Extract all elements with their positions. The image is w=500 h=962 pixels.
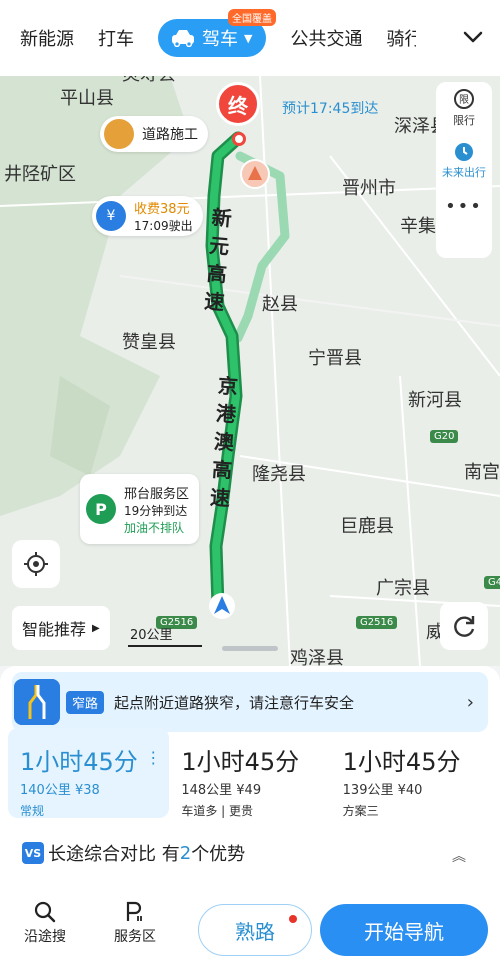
compare-suffix: 个优势 — [191, 844, 246, 865]
chevron-down-icon[interactable] — [462, 26, 484, 48]
route-option-3[interactable]: 1小时45分 139公里 ¥40 方案三 — [331, 728, 492, 818]
caret-down-icon: ▼ — [244, 31, 253, 45]
highway-shield: G4 — [484, 576, 500, 589]
tab-cycling[interactable]: 骑行 — [386, 25, 416, 51]
city-label: 南宫 — [464, 462, 500, 483]
city-label: 晋州市 — [342, 178, 396, 199]
city-label: 井陉矿区 — [4, 164, 76, 185]
route-options: 1小时45分 140公里 ¥38 常规 ⋮ 1小时45分 148公里 ¥49 车… — [8, 728, 492, 818]
familiar-road-button[interactable]: 熟路 — [198, 904, 312, 956]
service-area-button[interactable]: 服务区 — [90, 900, 180, 946]
route-option-1[interactable]: 1小时45分 140公里 ¥38 常规 ⋮ — [8, 728, 170, 818]
smart-recommend-button[interactable]: 智能推荐 ▶ — [12, 606, 110, 650]
vs-icon: VS — [22, 842, 44, 864]
city-label: 赞皇县 — [122, 332, 176, 353]
warning-tag: 窄路 — [66, 690, 105, 714]
along-route-search-label: 沿途搜 — [24, 929, 66, 945]
map-tools-panel: 限 限行 未来出行 ••• — [436, 82, 492, 258]
destination-dot — [232, 132, 246, 146]
tab-new-energy[interactable]: 新能源 — [20, 25, 74, 51]
compare-count: 2 — [179, 842, 192, 864]
city-label: 新河县 — [408, 390, 462, 411]
city-label: 巨鹿县 — [340, 516, 394, 537]
service-area-note: 加油不排队 — [124, 520, 185, 535]
route-time: 1小时45分 — [342, 748, 461, 776]
familiar-road-label: 熟路 — [235, 919, 275, 944]
highway-shield: G2516 — [356, 616, 398, 629]
route-distance-cost: 139公里 ¥40 — [342, 783, 423, 798]
tab-driving-label: 驾车 — [202, 29, 238, 50]
smart-recommend-label: 智能推荐 — [22, 620, 87, 639]
start-navigation-button[interactable]: 开始导航 — [320, 904, 488, 956]
construction-label: 道路施工 — [142, 127, 198, 143]
construction-callout[interactable]: 道路施工 — [100, 116, 208, 152]
city-label: 广宗县 — [376, 578, 430, 599]
city-label: 灵寿县 — [122, 76, 176, 86]
toll-callout[interactable]: ¥ 收费38元 17:09驶出 — [92, 196, 203, 236]
city-label: 宁晋县 — [308, 348, 362, 369]
destination-marker[interactable]: 终 — [216, 82, 260, 126]
route-label: 车道多 | 更贵 — [181, 804, 254, 818]
city-label: 平山县 — [60, 88, 114, 109]
restriction-icon-text: 限 — [459, 94, 469, 106]
city-label: 鸡泽县 — [290, 648, 344, 666]
along-route-search-button[interactable]: 沿途搜 — [0, 900, 90, 946]
future-travel-button[interactable]: 未来出行 — [442, 140, 486, 180]
city-label: 隆尧县 — [252, 464, 306, 485]
service-area-name: 邢台服务区 — [124, 486, 190, 502]
long-distance-compare[interactable]: VS 长途综合对比 有 2 个优势 — [22, 840, 245, 866]
locate-button[interactable] — [12, 540, 60, 588]
clock-icon — [455, 143, 473, 161]
refresh-icon — [454, 616, 475, 637]
tab-taxi[interactable]: 打车 — [98, 25, 134, 51]
car-icon — [172, 30, 194, 47]
map-view[interactable]: 灵寿县 平山县 井陉矿区 深泽县 晋州市 辛集 赵县 赞皇县 宁晋县 新河县 隆… — [0, 76, 500, 666]
parking-icon — [126, 901, 142, 921]
refresh-button[interactable] — [440, 602, 488, 650]
route-distance-cost: 148公里 ¥49 — [181, 783, 262, 798]
service-area-time: 19分钟到达 — [124, 503, 188, 518]
sheet-drag-handle[interactable] — [222, 646, 278, 651]
route-option-2[interactable]: 1小时45分 148公里 ¥49 车道多 | 更贵 — [169, 728, 330, 818]
restriction-icon: 限 — [454, 89, 474, 109]
map-scale: 20公里 — [128, 624, 202, 647]
service-area-callout[interactable]: P 邢台服务区 19分钟到达 加油不排队 — [80, 474, 200, 544]
route-label: 常规 — [20, 804, 45, 818]
triangle-right-icon: ▶ — [92, 622, 100, 634]
parking-icon: P — [86, 494, 116, 524]
city-label: 威县 — [426, 622, 440, 643]
toll-icon: ¥ — [96, 201, 126, 231]
narrow-road-sign-icon — [14, 679, 60, 725]
top-navigation: 新能源 打车 驾车 ▼ 全国覆盖 公共交通 骑行 — [0, 0, 500, 76]
eta-label: 预计17:45到达 — [282, 101, 379, 117]
toll-exit-time: 17:09驶出 — [134, 219, 193, 233]
double-chevron-up-icon[interactable]: ︽ — [452, 846, 466, 866]
route-time: 1小时45分 — [181, 748, 300, 776]
chevron-right-icon: › — [466, 691, 474, 713]
more-icon[interactable]: ••• — [445, 196, 483, 217]
notification-dot — [289, 915, 297, 923]
city-label: 辛集 — [400, 216, 436, 237]
compare-prefix: 长途综合对比 有 — [48, 844, 180, 865]
restriction-label: 限行 — [453, 114, 475, 127]
narrow-road-warning[interactable]: 窄路 起点附近道路狭窄，请注意行车安全 › — [12, 672, 488, 732]
highway-shield: G20 — [430, 430, 459, 443]
search-icon — [34, 901, 56, 923]
construction-icon — [104, 119, 134, 149]
coverage-badge: 全国覆盖 — [228, 9, 276, 26]
toll-fee: 收费38元 — [134, 202, 190, 217]
route-distance-cost: 140公里 ¥38 — [20, 783, 100, 798]
service-area-label: 服务区 — [114, 929, 156, 945]
crosshair-icon — [24, 552, 48, 576]
city-label: 赵县 — [262, 294, 298, 315]
restriction-button[interactable]: 限 限行 — [453, 88, 475, 128]
warning-message: 起点附近道路狭窄，请注意行车安全 — [114, 693, 355, 712]
future-travel-label: 未来出行 — [442, 166, 486, 179]
tab-driving[interactable]: 驾车 ▼ 全国覆盖 — [158, 9, 276, 57]
tab-public-transit[interactable]: 公共交通 — [290, 25, 362, 51]
route-label: 方案三 — [342, 804, 379, 818]
vertical-dots-icon[interactable]: ⋮ — [145, 748, 161, 767]
